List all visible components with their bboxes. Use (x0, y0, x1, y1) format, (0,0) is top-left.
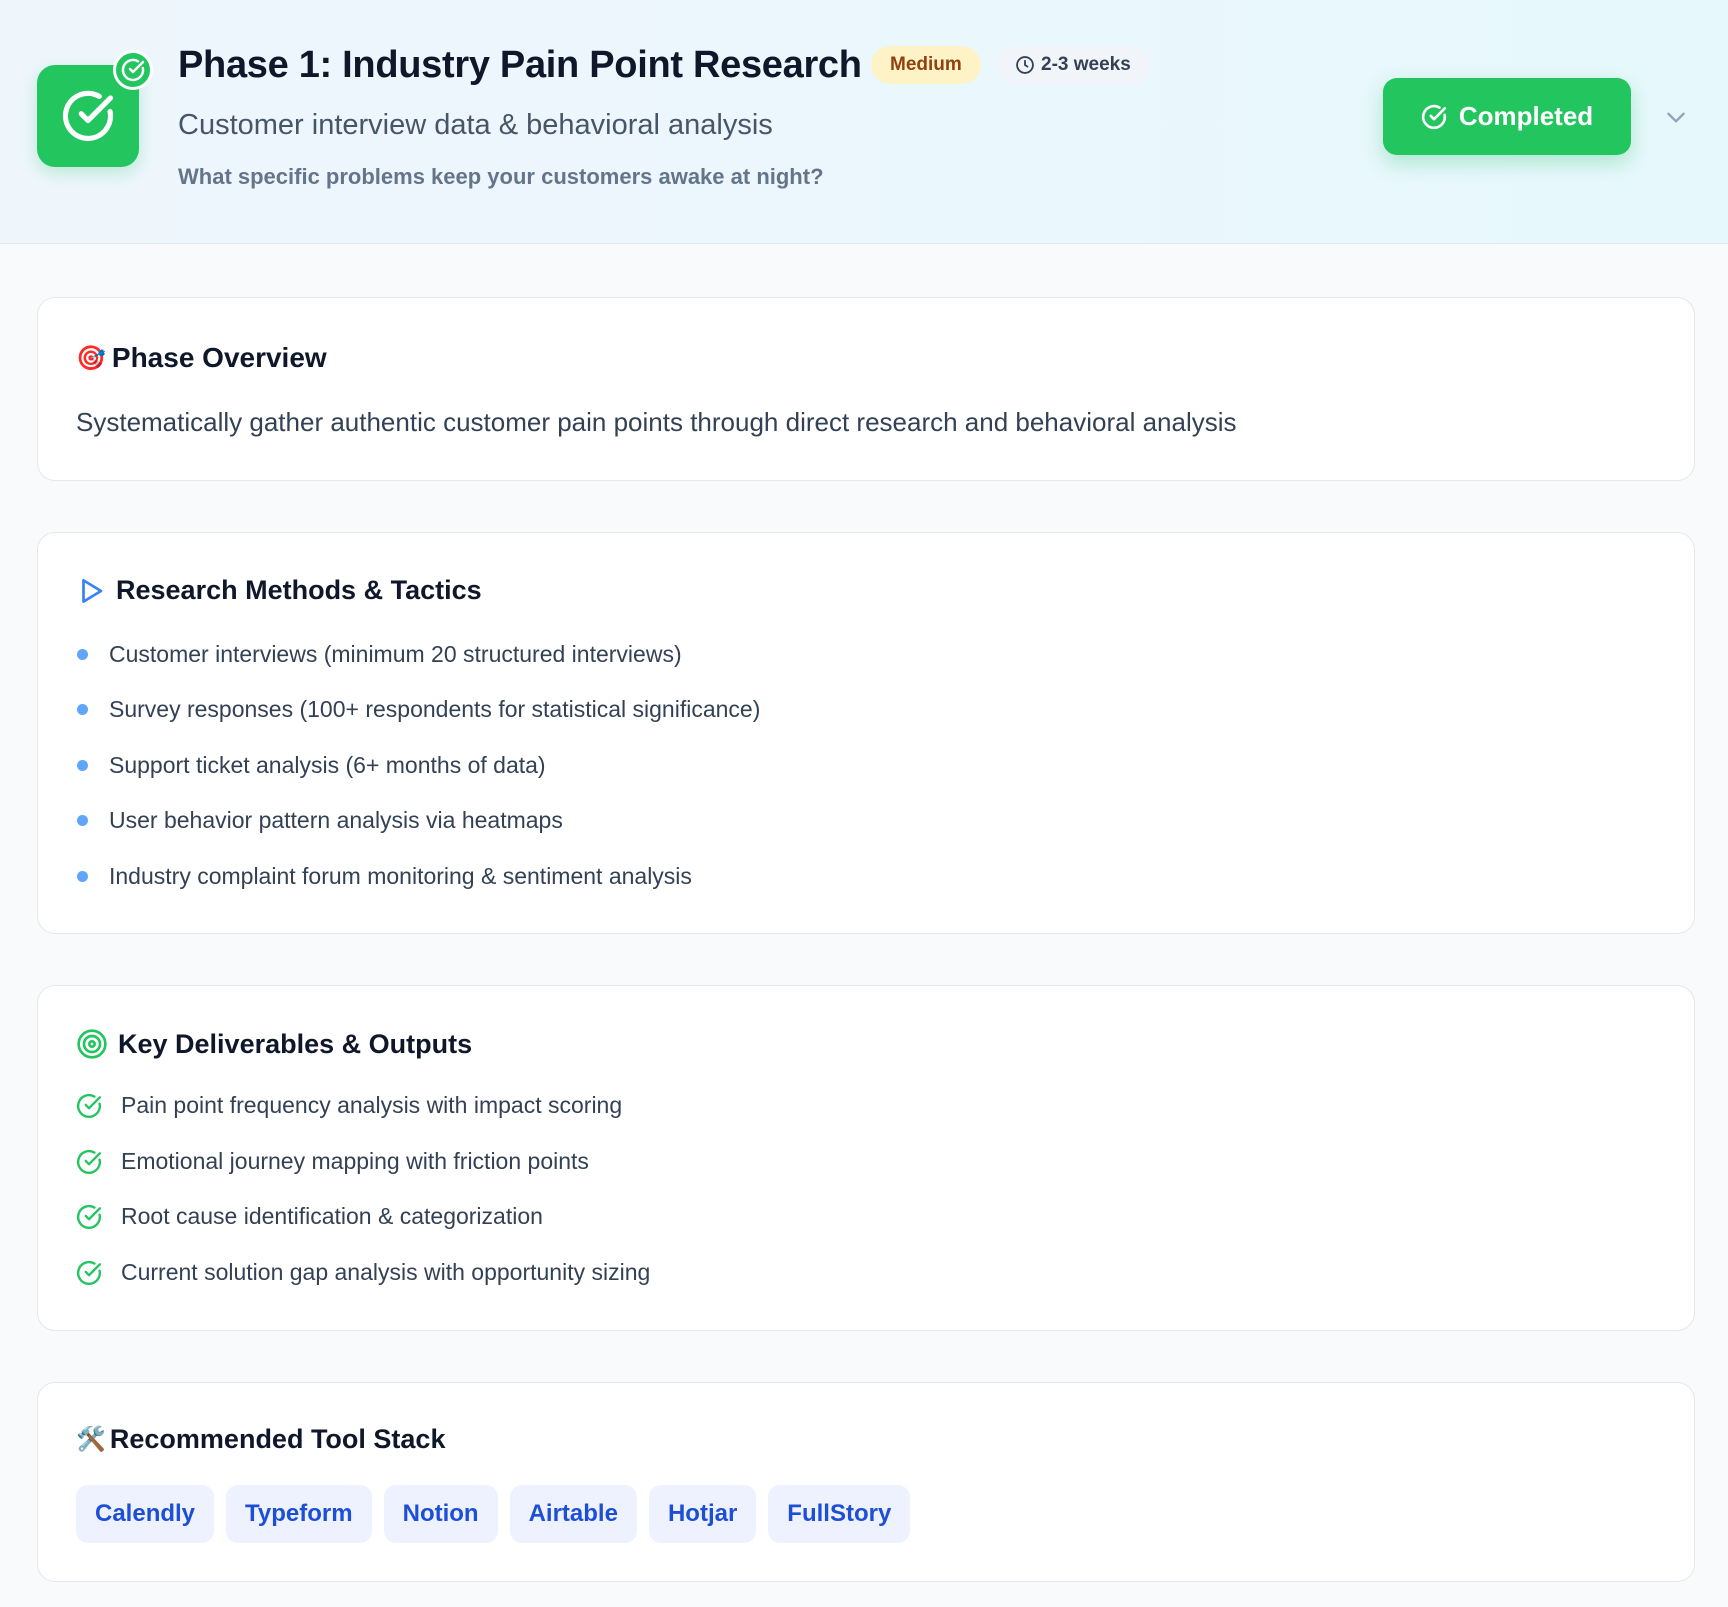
target-emoji-icon: 🎯 (76, 344, 106, 372)
difficulty-badge: Medium (871, 46, 981, 84)
bullet-dot (77, 815, 88, 826)
deliverable-item: Emotional journey mapping with friction … (76, 1148, 589, 1175)
bullet-dot (77, 871, 88, 882)
bullet-dot (77, 649, 88, 660)
completed-badge-icon (113, 50, 153, 90)
check-circle-icon (77, 1149, 102, 1174)
deliverables-card: Key Deliverables & Outputs Pain point fr… (37, 985, 1695, 1331)
deliverable-item: Current solution gap analysis with oppor… (76, 1259, 650, 1286)
method-item: Industry complaint forum monitoring & se… (76, 863, 692, 890)
check-circle-icon (77, 1204, 102, 1229)
completed-button-label: Completed (1458, 101, 1594, 131)
tool-chip[interactable]: Typeform (226, 1485, 372, 1543)
tool-chip[interactable]: FullStory (768, 1485, 911, 1543)
method-item: Survey responses (100+ respondents for s… (76, 696, 760, 723)
bullet-dot (77, 760, 88, 771)
check-circle-icon (1421, 104, 1446, 129)
phase-question: What specific problems keep your custome… (178, 164, 824, 189)
overview-text: Systematically gather authentic customer… (76, 407, 1237, 437)
methods-title: Research Methods & Tactics (76, 575, 482, 606)
tool-chip[interactable]: Airtable (509, 1485, 637, 1543)
deliverable-item: Pain point frequency analysis with impac… (76, 1092, 622, 1119)
deliverables-title: Key Deliverables & Outputs (76, 1028, 472, 1060)
method-item: Customer interviews (minimum 20 structur… (76, 641, 682, 668)
tool-chip[interactable]: Notion (383, 1485, 498, 1543)
check-circle-icon (77, 1260, 102, 1285)
expand-toggle[interactable] (1662, 103, 1690, 131)
check-circle-icon (77, 1093, 102, 1118)
tool-chip[interactable]: Hotjar (648, 1485, 757, 1543)
completed-button[interactable]: Completed (1383, 78, 1631, 155)
target-icon (77, 1029, 107, 1059)
overview-card: 🎯 Phase Overview Systematically gather a… (37, 297, 1695, 481)
method-item: Support ticket analysis (6+ months of da… (76, 752, 546, 779)
tools-card: 🛠️ Recommended Tool Stack Calendly Typef… (37, 1382, 1695, 1582)
tool-chip[interactable]: Calendly (76, 1485, 215, 1543)
phase-title: Phase 1: Industry Pain Point Research (178, 44, 862, 86)
duration-label: 2-3 weeks (1041, 54, 1131, 75)
chevron-down-icon (1667, 112, 1685, 123)
phase-header: Phase 1: Industry Pain Point Research Me… (0, 0, 1728, 244)
tool-chip-list: Calendly Typeform Notion Airtable Hotjar… (76, 1485, 911, 1543)
duration-badge: 2-3 weeks (996, 46, 1150, 84)
phase-subtitle: Customer interview data & behavioral ana… (178, 109, 773, 141)
tools-emoji-icon: 🛠️ (76, 1426, 106, 1453)
method-item: User behavior pattern analysis via heatm… (76, 807, 563, 834)
play-triangle-icon (82, 578, 103, 603)
check-circle-icon (62, 90, 114, 141)
bullet-dot (77, 704, 88, 715)
methods-card: Research Methods & Tactics Customer inte… (37, 532, 1695, 934)
clock-icon (1016, 56, 1034, 74)
overview-title: 🎯 Phase Overview (76, 342, 327, 373)
tools-title: 🛠️ Recommended Tool Stack (76, 1424, 446, 1454)
deliverable-item: Root cause identification & categorizati… (76, 1203, 543, 1230)
